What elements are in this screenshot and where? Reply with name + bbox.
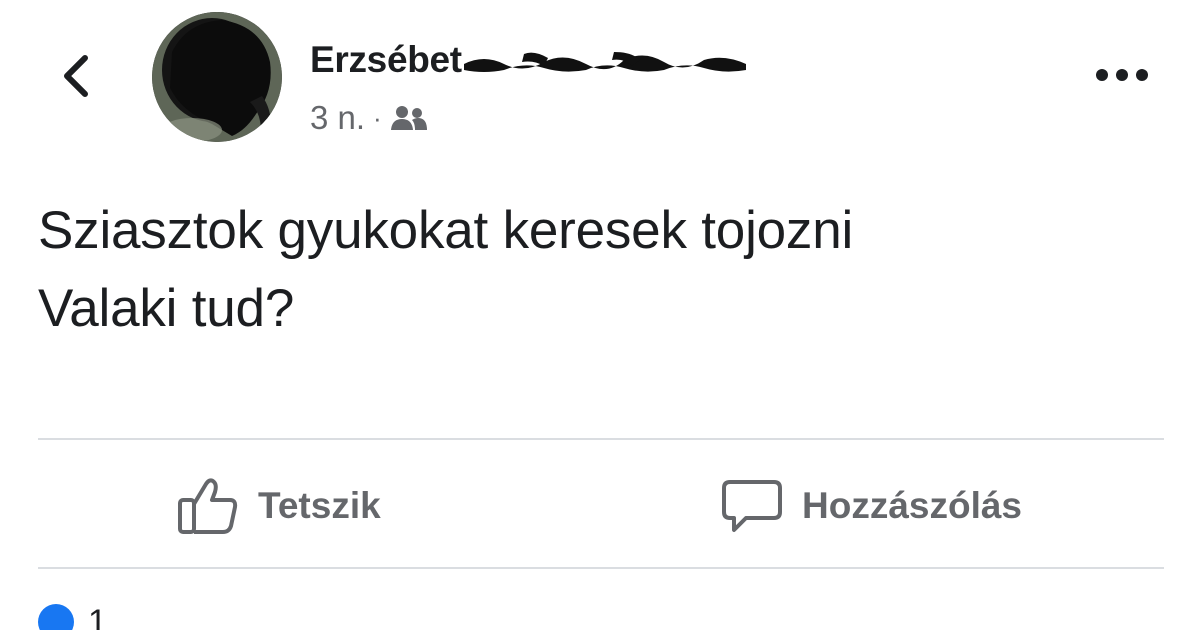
more-options-button[interactable] xyxy=(1090,60,1154,90)
like-label: Tetszik xyxy=(258,485,381,526)
comment-button[interactable]: Hozzászólás xyxy=(720,474,1022,538)
post-text-line-1: Sziasztok gyukokat keresek tojozni xyxy=(38,201,854,260)
speech-bubble-icon xyxy=(722,480,782,532)
chevron-left-icon xyxy=(64,55,88,97)
post-text-line-2: Valaki tud? xyxy=(38,279,295,338)
comment-label: Hozzászólás xyxy=(802,485,1023,526)
more-horizontal-icon xyxy=(1096,69,1148,81)
post-time[interactable]: 3 n. xyxy=(310,99,365,137)
divider xyxy=(38,438,1164,440)
author-first-name: Erzsébet xyxy=(310,39,462,80)
divider xyxy=(38,567,1164,569)
avatar[interactable] xyxy=(152,12,282,142)
like-button[interactable]: Tetszik xyxy=(176,474,381,538)
reaction-summary[interactable]: 1 xyxy=(38,602,107,630)
group-audience-icon[interactable] xyxy=(390,104,428,132)
post-meta: 3 n. · xyxy=(310,96,428,140)
redaction-scribble xyxy=(463,52,746,72)
post-text: Sziasztok gyukokat keresek tojozni Valak… xyxy=(38,192,1168,348)
reaction-count: 1 xyxy=(88,602,107,630)
author-name[interactable]: Erzsébet xyxy=(310,34,746,86)
like-reaction-icon xyxy=(38,604,74,630)
thumbs-up-icon xyxy=(178,478,238,534)
back-button[interactable] xyxy=(52,48,100,104)
avatar-image xyxy=(152,12,282,142)
meta-separator: · xyxy=(373,102,382,133)
facebook-post-view: Erzsébet 3 n. · Sziasztok gyukokat keres… xyxy=(0,0,1200,630)
